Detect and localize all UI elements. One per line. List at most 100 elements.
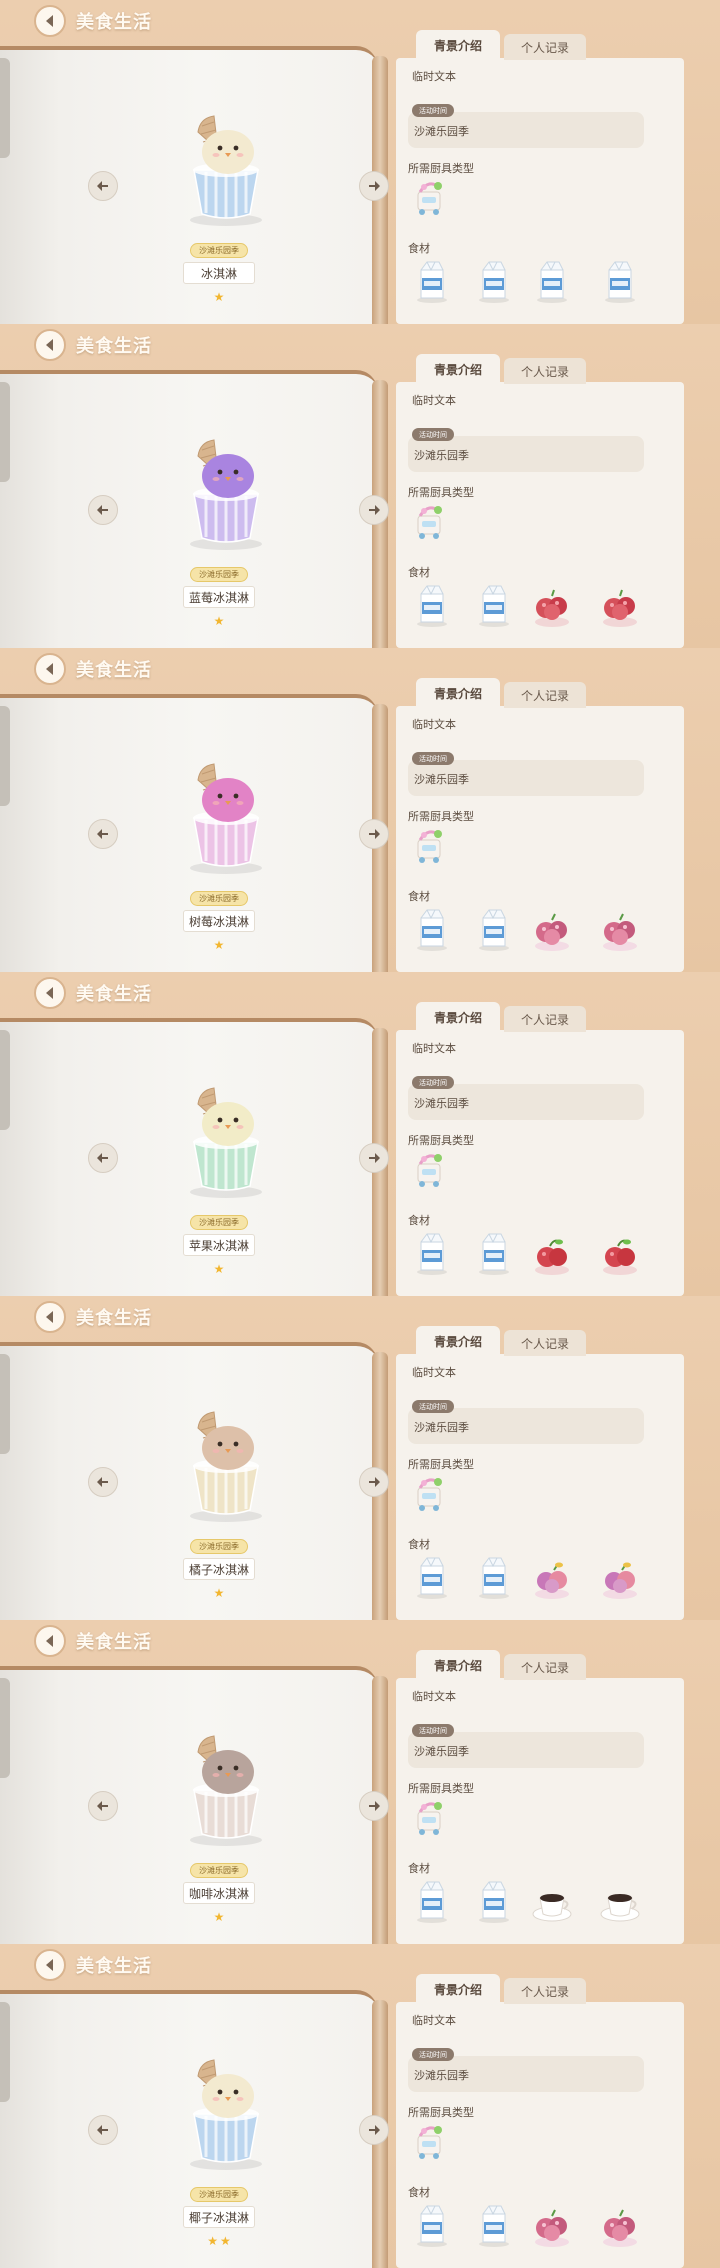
arrow-right-icon — [369, 505, 380, 515]
next-dish-button[interactable] — [359, 1791, 389, 1821]
milk-carton-icon[interactable] — [472, 258, 516, 304]
screenshot-stack: 美食生活 沙滩乐园季 冰淇淋 ★ 个人记录 青景介绍 临时文本 活动时间 沙滩乐… — [0, 0, 720, 2268]
event-name: 沙滩乐园季 — [414, 449, 469, 462]
berry-mixed-icon[interactable] — [530, 1554, 574, 1600]
star-icon: ★ — [220, 2234, 231, 2248]
tab-scene-intro[interactable]: 青景介绍 — [416, 1326, 500, 1356]
next-dish-button[interactable] — [359, 495, 389, 525]
prev-dish-button[interactable] — [88, 1467, 118, 1497]
kitchen-tool-icon — [412, 1798, 446, 1836]
season-badge: 沙滩乐园季 — [190, 567, 248, 582]
event-name: 沙滩乐园季 — [414, 1421, 469, 1434]
berry-pink-icon[interactable] — [598, 2202, 642, 2248]
screen-title: 美食生活 — [76, 1956, 152, 1977]
prev-dish-button[interactable] — [88, 819, 118, 849]
dish-image — [176, 416, 276, 566]
berry-pink-icon[interactable] — [530, 906, 574, 952]
back-button[interactable] — [34, 1301, 66, 1333]
milk-carton-icon[interactable] — [410, 1878, 454, 1924]
back-arrow-icon — [46, 1635, 53, 1647]
tab-personal-record[interactable]: 个人记录 — [504, 1978, 586, 2004]
tab-scene-intro[interactable]: 青景介绍 — [416, 30, 500, 60]
tab-scene-intro[interactable]: 青景介绍 — [416, 1974, 500, 2004]
prev-dish-button[interactable] — [88, 495, 118, 525]
event-name: 沙滩乐园季 — [414, 1745, 469, 1758]
dish-image — [176, 1064, 276, 1214]
tab-scene-intro[interactable]: 青景介绍 — [416, 1002, 500, 1032]
prev-dish-button[interactable] — [88, 1143, 118, 1173]
prev-dish-button[interactable] — [88, 2115, 118, 2145]
dish-image — [176, 2036, 276, 2186]
milk-carton-icon[interactable] — [410, 1554, 454, 1600]
arrow-right-icon — [369, 1477, 380, 1487]
screen-title: 美食生活 — [76, 984, 152, 1005]
back-button[interactable] — [34, 653, 66, 685]
season-badge: 沙滩乐园季 — [190, 243, 248, 258]
back-arrow-icon — [46, 15, 53, 27]
berry-red-icon[interactable] — [598, 582, 642, 628]
arrow-left-icon — [97, 1477, 108, 1487]
berry-pink-icon[interactable] — [530, 2202, 574, 2248]
milk-carton-icon[interactable] — [472, 582, 516, 628]
tab-personal-record[interactable]: 个人记录 — [504, 1330, 586, 1356]
next-dish-button[interactable] — [359, 2115, 389, 2145]
back-arrow-icon — [46, 1959, 53, 1971]
milk-carton-icon[interactable] — [472, 1878, 516, 1924]
next-dish-button[interactable] — [359, 1143, 389, 1173]
tool-type-label: 所需厨具类型 — [408, 2106, 474, 2119]
milk-carton-icon[interactable] — [410, 906, 454, 952]
tool-type-label: 所需厨具类型 — [408, 1782, 474, 1795]
tab-personal-record[interactable]: 个人记录 — [504, 358, 586, 384]
coffee-cup-icon[interactable] — [530, 1878, 574, 1924]
milk-carton-icon[interactable] — [598, 258, 642, 304]
tool-type-label: 所需厨具类型 — [408, 1458, 474, 1471]
coffee-cup-icon[interactable] — [598, 1878, 642, 1924]
milk-carton-icon[interactable] — [410, 2202, 454, 2248]
milk-carton-icon[interactable] — [472, 1230, 516, 1276]
ingredients-label: 食材 — [408, 2186, 430, 2199]
milk-carton-icon[interactable] — [410, 582, 454, 628]
star-icon: ★ — [213, 1262, 225, 1276]
milk-carton-icon[interactable] — [472, 1554, 516, 1600]
milk-carton-icon[interactable] — [472, 906, 516, 952]
next-dish-button[interactable] — [359, 171, 389, 201]
season-badge: 沙滩乐园季 — [190, 1215, 248, 1230]
back-button[interactable] — [34, 5, 66, 37]
dish-name: 蓝莓冰淇淋 — [183, 586, 255, 608]
milk-carton-icon[interactable] — [530, 258, 574, 304]
back-button[interactable] — [34, 1625, 66, 1657]
tab-scene-intro[interactable]: 青景介绍 — [416, 1650, 500, 1680]
star-rating: ★ — [183, 1586, 255, 1600]
star-rating: ★ — [183, 938, 255, 952]
season-badge: 沙滩乐园季 — [190, 1863, 248, 1878]
tab-personal-record[interactable]: 个人记录 — [504, 34, 586, 60]
star-icon: ★ — [213, 1586, 225, 1600]
tab-personal-record[interactable]: 个人记录 — [504, 1654, 586, 1680]
berry-red-icon[interactable] — [530, 582, 574, 628]
ice-cream-cup-icon — [190, 2059, 262, 2170]
ingredients-label: 食材 — [408, 1538, 430, 1551]
next-dish-button[interactable] — [359, 819, 389, 849]
apple-red-icon[interactable] — [530, 1230, 574, 1276]
apple-red-icon[interactable] — [598, 1230, 642, 1276]
next-dish-button[interactable] — [359, 1467, 389, 1497]
prev-dish-button[interactable] — [88, 171, 118, 201]
tab-scene-intro[interactable]: 青景介绍 — [416, 678, 500, 708]
tab-personal-record[interactable]: 个人记录 — [504, 682, 586, 708]
kitchen-tool-icon — [412, 1474, 446, 1512]
recipe-panel-3: 美食生活 沙滩乐园季 树莓冰淇淋 ★ 个人记录 青景介绍 临时文本 活动时间 沙… — [0, 648, 720, 972]
tab-personal-record[interactable]: 个人记录 — [504, 1006, 586, 1032]
milk-carton-icon[interactable] — [472, 2202, 516, 2248]
prev-dish-button[interactable] — [88, 1791, 118, 1821]
ingredients-label: 食材 — [408, 566, 430, 579]
back-button[interactable] — [34, 977, 66, 1009]
berry-pink-icon[interactable] — [598, 906, 642, 952]
milk-carton-icon[interactable] — [410, 1230, 454, 1276]
star-rating: ★ — [183, 614, 255, 628]
berry-mixed-icon[interactable] — [598, 1554, 642, 1600]
back-button[interactable] — [34, 329, 66, 361]
event-name: 沙滩乐园季 — [414, 125, 469, 138]
back-button[interactable] — [34, 1949, 66, 1981]
tab-scene-intro[interactable]: 青景介绍 — [416, 354, 500, 384]
milk-carton-icon[interactable] — [410, 258, 454, 304]
